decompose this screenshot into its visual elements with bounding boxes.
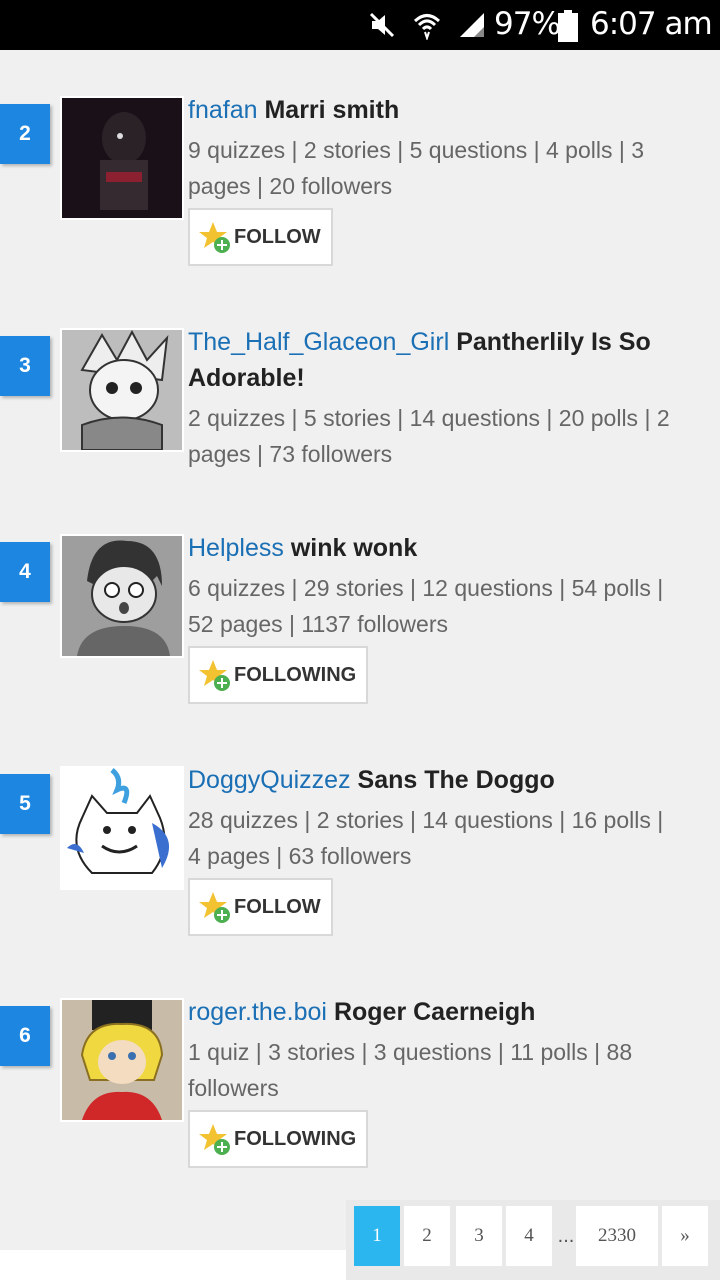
pagination: 1 2 3 4 ... 2330 » [346,1200,720,1280]
avatar[interactable] [60,96,184,220]
status-icons [368,8,486,42]
display-name-cont: Adorable! [188,364,305,392]
username-link[interactable]: fnafan [188,96,258,124]
user-stats: 28 quizzes | 2 stories | 14 questions | … [188,807,664,869]
display-name: Sans The Doggo [357,766,555,794]
display-name: wink wonk [290,534,418,562]
following-button-label: FOLLOWING [234,663,357,686]
rank-badge: 4 [0,542,50,602]
page-4-button[interactable]: 4 [506,1206,552,1266]
following-button[interactable]: FOLLOWING [188,646,369,704]
user-list: 2 fnafan Marri smith 9 quizzes | 2 stori… [0,50,720,1200]
page-3-button[interactable]: 3 [456,1206,502,1266]
username-link[interactable]: DoggyQuizzez [188,766,351,794]
battery-percent: 97% [494,6,561,42]
follow-button-label: FOLLOW [234,895,321,918]
battery-icon [558,10,578,42]
user-info: The_Half_Glaceon_Girl Pantherlily Is So … [188,324,708,472]
user-info: fnafan Marri smith 9 quizzes | 2 stories… [188,92,708,266]
star-plus-icon [199,660,230,691]
username-link[interactable]: roger.the.boi [188,998,327,1026]
rank-badge: 3 [0,336,50,396]
avatar[interactable] [60,998,184,1122]
page-1-button[interactable]: 1 [354,1206,400,1266]
wifi-icon [413,14,441,40]
rank-badge: 6 [0,1006,50,1066]
username-link[interactable]: Helpless [188,534,284,562]
user-stats: 2 quizzes | 5 stories | 14 questions | 2… [188,405,670,467]
avatar[interactable] [60,766,184,890]
clock: 6:07 am [590,6,713,42]
footer-strip [0,1250,346,1280]
follow-button-label: FOLLOW [234,225,321,248]
next-page-button[interactable]: » [662,1206,708,1266]
display-name: Marri smith [264,96,400,124]
status-bar: 97% 6:07 am [0,0,720,50]
avatar[interactable] [60,328,184,452]
user-info: DoggyQuizzez Sans The Doggo 28 quizzes |… [188,762,708,936]
page-2-button[interactable]: 2 [404,1206,450,1266]
rank-badge: 2 [0,104,50,164]
user-stats: 1 quiz | 3 stories | 3 questions | 11 po… [188,1039,633,1101]
star-plus-icon [199,892,230,923]
user-stats: 9 quizzes | 2 stories | 5 questions | 4 … [188,137,645,199]
follow-button[interactable]: FOLLOW [188,878,333,936]
following-button-label: FOLLOWING [234,1127,357,1150]
user-info: roger.the.boi Roger Caerneigh 1 quiz | 3… [188,994,708,1168]
following-button[interactable]: FOLLOWING [188,1110,369,1168]
star-plus-icon [199,1124,230,1155]
page-last-button[interactable]: 2330 [576,1206,658,1266]
mute-icon [369,12,395,38]
avatar[interactable] [60,534,184,658]
display-name: Roger Caerneigh [333,998,536,1026]
user-info: Helpless wink wonk 6 quizzes | 29 storie… [188,530,708,704]
rank-badge: 5 [0,774,50,834]
star-plus-icon [199,222,230,253]
username-link[interactable]: The_Half_Glaceon_Girl [188,328,449,356]
follow-button[interactable]: FOLLOW [188,208,333,266]
user-stats: 6 quizzes | 29 stories | 12 questions | … [188,575,664,637]
signal-icon [460,13,484,37]
pagination-ellipsis: ... [557,1224,575,1247]
display-name: Pantherlily Is So [456,328,651,356]
